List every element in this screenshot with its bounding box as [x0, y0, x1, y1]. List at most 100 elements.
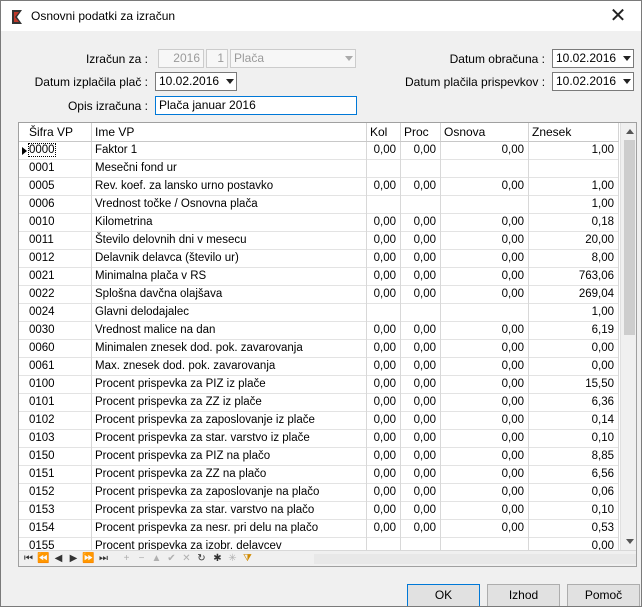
chevron-down-icon[interactable]: [623, 56, 631, 61]
cell-znesek[interactable]: 269,04: [529, 286, 619, 304]
cell-osnova[interactable]: 0,00: [441, 250, 529, 268]
cell-osnova[interactable]: 0,00: [441, 376, 529, 394]
cell-sifra[interactable]: 0103: [19, 430, 92, 448]
cell-proc[interactable]: 0,00: [401, 142, 441, 160]
table-row[interactable]: 0154 Procent prispevka za nesr. pri delu …: [19, 520, 619, 538]
cell-ime[interactable]: Rev. koef. za lansko urno postavko: [92, 178, 367, 196]
refresh-icon[interactable]: ↻: [194, 551, 209, 566]
cell-osnova[interactable]: 0,00: [441, 466, 529, 484]
opis-izracuna-input[interactable]: Plača januar 2016: [155, 96, 357, 115]
cell-znesek[interactable]: 0,00: [529, 358, 619, 376]
cell-znesek[interactable]: 20,00: [529, 232, 619, 250]
cell-ime[interactable]: Procent prispevka za zaposlovanje iz pla…: [92, 412, 367, 430]
cell-proc[interactable]: 0,00: [401, 322, 441, 340]
cell-ime[interactable]: Minimalna plača v RS: [92, 268, 367, 286]
cell-ime[interactable]: Glavni delodajalec: [92, 304, 367, 322]
cell-ime[interactable]: Max. znesek dod. pok. zavarovanja: [92, 358, 367, 376]
bookmark-icon[interactable]: ✱: [210, 551, 225, 566]
cell-proc[interactable]: 0,00: [401, 250, 441, 268]
scroll-up-icon[interactable]: [626, 129, 634, 134]
cell-sifra[interactable]: 0012: [19, 250, 92, 268]
cell-osnova[interactable]: 0,00: [441, 520, 529, 538]
cell-kol[interactable]: [367, 304, 401, 322]
cell-kol[interactable]: 0,00: [367, 322, 401, 340]
table-row[interactable]: 0153 Procent prispevka za star. varstvo n…: [19, 502, 619, 520]
cell-osnova[interactable]: 0,00: [441, 340, 529, 358]
cell-sifra[interactable]: 0153: [19, 502, 92, 520]
insert-record-icon[interactable]: +: [119, 551, 134, 566]
data-grid[interactable]: Šifra VP Ime VP Kol Proc Osnova Znesek 0…: [18, 122, 637, 567]
delete-record-icon[interactable]: −: [134, 551, 149, 566]
cell-osnova[interactable]: [441, 160, 529, 178]
cell-sifra[interactable]: 0005: [19, 178, 92, 196]
cell-ime[interactable]: Vrednost malice na dan: [92, 322, 367, 340]
cell-znesek[interactable]: 0,00: [529, 340, 619, 358]
cell-osnova[interactable]: 0,00: [441, 322, 529, 340]
cell-osnova[interactable]: 0,00: [441, 448, 529, 466]
post-record-icon[interactable]: ✔: [164, 551, 179, 566]
cell-kol[interactable]: 0,00: [367, 448, 401, 466]
cell-sifra[interactable]: 0011: [19, 232, 92, 250]
scroll-thumb[interactable]: [624, 140, 635, 335]
column-header-ime[interactable]: Ime VP: [92, 123, 367, 141]
cell-ime[interactable]: Procent prispevka za nesr. pri delu na p…: [92, 520, 367, 538]
cell-sifra[interactable]: 0100: [19, 376, 92, 394]
table-row[interactable]: 0022 Splošna davčna olajšava 0,00 0,00 0,00 2…: [19, 286, 619, 304]
izhod-button[interactable]: Izhod: [487, 584, 560, 606]
cell-proc[interactable]: 0,00: [401, 484, 441, 502]
cell-osnova[interactable]: 0,00: [441, 214, 529, 232]
cancel-edit-icon[interactable]: ✕: [179, 551, 194, 566]
cell-sifra[interactable]: 0006: [19, 196, 92, 214]
table-row[interactable]: 0005 Rev. koef. za lansko urno postavko 0,…: [19, 178, 619, 196]
cell-kol[interactable]: 0,00: [367, 376, 401, 394]
cell-kol[interactable]: 0,00: [367, 502, 401, 520]
cell-ime[interactable]: Vrednost točke / Osnovna plača: [92, 196, 367, 214]
cell-kol[interactable]: 0,00: [367, 214, 401, 232]
chevron-down-icon[interactable]: [226, 79, 234, 84]
next-page-icon[interactable]: ⏩: [81, 551, 96, 566]
cell-osnova[interactable]: 0,00: [441, 358, 529, 376]
edit-record-icon[interactable]: ▲: [149, 551, 164, 566]
cell-osnova[interactable]: 0,00: [441, 142, 529, 160]
cell-sifra[interactable]: 0151: [19, 466, 92, 484]
column-header-kol[interactable]: Kol: [367, 123, 401, 141]
table-row[interactable]: 0000 Faktor 1 0,00 0,00 0,00 1,00: [19, 142, 619, 160]
datum-placila-picker[interactable]: 10.02.2016: [552, 72, 634, 91]
cell-sifra[interactable]: 0022: [19, 286, 92, 304]
cell-osnova[interactable]: 0,00: [441, 430, 529, 448]
cell-znesek[interactable]: 763,06: [529, 268, 619, 286]
cell-znesek[interactable]: 1,00: [529, 178, 619, 196]
table-row[interactable]: 0030 Vrednost malice na dan 0,00 0,00 0,00 6,…: [19, 322, 619, 340]
close-icon[interactable]: ✕: [604, 4, 632, 28]
cell-znesek[interactable]: 6,19: [529, 322, 619, 340]
cell-kol[interactable]: 0,00: [367, 286, 401, 304]
cell-kol[interactable]: 0,00: [367, 520, 401, 538]
vertical-scrollbar[interactable]: [620, 123, 636, 550]
cell-ime[interactable]: Procent prispevka za PIZ na plačo: [92, 448, 367, 466]
cell-ime[interactable]: Procent prispevka za ZZ na plačo: [92, 466, 367, 484]
cell-osnova[interactable]: 0,00: [441, 502, 529, 520]
table-row[interactable]: 0006 Vrednost točke / Osnovna plača 1,00: [19, 196, 619, 214]
table-row[interactable]: 0103 Procent prispevka za star. varstvo i…: [19, 430, 619, 448]
filter-icon[interactable]: ⧩: [240, 551, 255, 566]
cell-sifra[interactable]: 0150: [19, 448, 92, 466]
cell-proc[interactable]: 0,00: [401, 430, 441, 448]
cell-ime[interactable]: Mesečni fond ur: [92, 160, 367, 178]
goto-bookmark-icon[interactable]: ✳: [225, 551, 240, 566]
table-row[interactable]: 0102 Procent prispevka za zaposlovanje iz…: [19, 412, 619, 430]
cell-kol[interactable]: 0,00: [367, 142, 401, 160]
cell-proc[interactable]: 0,00: [401, 394, 441, 412]
cell-sifra[interactable]: 0152: [19, 484, 92, 502]
cell-proc[interactable]: [401, 196, 441, 214]
cell-proc[interactable]: 0,00: [401, 340, 441, 358]
column-header-osnova[interactable]: Osnova: [441, 123, 529, 141]
cell-osnova[interactable]: 0,00: [441, 394, 529, 412]
table-row[interactable]: 0061 Max. znesek dod. pok. zavarovanja 0,0…: [19, 358, 619, 376]
datum-obracuna-picker[interactable]: 10.02.2016: [552, 49, 634, 68]
cell-proc[interactable]: 0,00: [401, 466, 441, 484]
cell-znesek[interactable]: 0,10: [529, 430, 619, 448]
cell-znesek[interactable]: 0,18: [529, 214, 619, 232]
cell-znesek[interactable]: 1,00: [529, 304, 619, 322]
pomoc-button[interactable]: Pomoč: [567, 584, 640, 606]
cell-osnova[interactable]: 0,00: [441, 178, 529, 196]
